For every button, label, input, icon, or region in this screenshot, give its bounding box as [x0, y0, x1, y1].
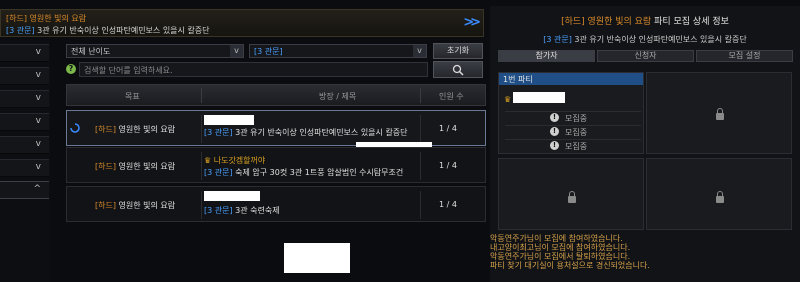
- redacted-leader-name: [204, 191, 260, 201]
- gate-select-value: [3 관문]: [254, 47, 283, 56]
- member-status: 모집중: [565, 128, 588, 137]
- alert-icon: !: [550, 141, 559, 150]
- crown-icon: ♛: [204, 156, 212, 165]
- crown-icon: ♛: [504, 95, 512, 104]
- party-header: 1번 파티: [499, 73, 643, 85]
- log-line: 파티 찾기 대기실이 용처설으로 경신되었습니다.: [490, 261, 650, 270]
- member-slot[interactable]: ! 모집중: [505, 139, 641, 152]
- search-placeholder: 검색할 단어를 입력하세요.: [84, 66, 173, 75]
- party-detail-panel: [하드] 영원한 빛의 요람 파티 모집 상세 정보 [3 관문] 3관 유기 …: [490, 6, 800, 282]
- chevron-down-icon: v: [413, 45, 426, 57]
- chevron-down-icon: v: [35, 70, 41, 80]
- redacted-block: [284, 243, 350, 273]
- log-line: 악동연주가님이 모집에서 탈퇴하였습니다.: [490, 252, 631, 261]
- row-divider: [420, 152, 421, 180]
- panel-title: [하드] 영원한 빛의 요람 파티 모집 상세 정보: [561, 17, 729, 27]
- double-chevron-right-icon[interactable]: >>: [463, 15, 481, 30]
- search-button[interactable]: [433, 61, 483, 78]
- party-row[interactable]: [하드] 영원한 빛의 요람 [3 관문] 3관 유기 반숙이상 인성파탄예민보…: [66, 110, 486, 146]
- column-title: 방장 / 제목: [319, 92, 357, 101]
- row-target: [하드] 영원한 빛의 요람: [95, 162, 176, 171]
- sidebar-item[interactable]: v: [0, 67, 49, 85]
- chevron-down-icon: v: [35, 116, 41, 126]
- column-divider: [201, 88, 202, 103]
- row-count: 1 / 4: [439, 200, 457, 209]
- log-line: 내고양이최고님이 모집에 참여하였습니다.: [490, 243, 631, 252]
- tab-participants[interactable]: 참가자: [498, 50, 595, 62]
- member-status: 모집중: [565, 114, 588, 123]
- panel-subtitle: [3 관문] 3관 유기 반숙이상 인성파탄예민보스 있을시 칼증단: [543, 35, 747, 44]
- chevron-down-icon: v: [35, 162, 41, 172]
- row-divider: [201, 191, 202, 219]
- row-title: [3 관문] 3관 숙련숙제: [204, 206, 280, 215]
- member-status: 모집중: [565, 142, 588, 151]
- row-divider: [420, 191, 421, 219]
- sidebar-item[interactable]: v: [0, 90, 49, 108]
- sidebar-item[interactable]: v: [0, 44, 49, 62]
- party-slot-locked: [646, 72, 792, 154]
- alert-icon: !: [550, 113, 559, 122]
- banner-difficulty: [하드]: [6, 14, 27, 23]
- tab-recruit-settings[interactable]: 모집 설정: [696, 50, 793, 62]
- search-icon: [452, 64, 464, 76]
- row-title: [3 관문] 3관 유기 반숙이상 인성파탄예민보스 있을시 칼증단: [204, 128, 408, 137]
- top-recruit-banner[interactable]: [하드] 영원한 빛의 요람 [3 관문] 3관 유기 반숙이상 인성파탄예민보…: [0, 9, 484, 37]
- party-slot-locked: [498, 158, 644, 230]
- lock-icon: [716, 191, 724, 203]
- party-row[interactable]: [하드] 영원한 빛의 요람 [3 관문] 3관 숙련숙제 1 / 4: [66, 186, 486, 222]
- alert-icon: !: [550, 127, 559, 136]
- help-icon[interactable]: ?: [66, 64, 76, 74]
- row-divider: [420, 115, 421, 143]
- search-input[interactable]: 검색할 단어를 입력하세요.: [79, 62, 428, 77]
- lock-icon: [716, 108, 724, 120]
- chevron-down-icon: v: [35, 93, 41, 103]
- redacted-leader-name: [204, 115, 254, 125]
- tab-applicants[interactable]: 신청자: [597, 50, 694, 62]
- member-slot[interactable]: ! 모집중: [505, 125, 641, 138]
- reset-button[interactable]: 초기화: [433, 43, 483, 59]
- banner-subtitle: [3 관문] 3관 유기 반숙이상 인성파탄예민보스 있을시 칼증단: [6, 25, 210, 36]
- log-line: 악동연주가님이 모집에 참여하였습니다.: [490, 234, 623, 243]
- row-divider: [201, 152, 202, 180]
- column-target: 목표: [125, 92, 140, 101]
- row-leader: ♛ 나도갓겜할꺼야: [204, 156, 266, 165]
- list-header: 목표 방장 / 제목 인원 수: [66, 84, 486, 106]
- chevron-up-icon: ^: [33, 184, 41, 194]
- difficulty-select[interactable]: 전체 난이도 v: [66, 44, 244, 58]
- banner-dungeon: 영원한 빛의 요람: [29, 14, 87, 23]
- loading-spinner-icon: [70, 123, 80, 133]
- row-target: [하드] 영원한 빛의 요람: [95, 201, 176, 210]
- lock-icon: [568, 191, 576, 203]
- column-divider: [420, 88, 421, 103]
- member-slot[interactable]: ! 모집중: [505, 111, 641, 124]
- sidebar-item[interactable]: v: [0, 136, 49, 154]
- category-sidebar: v v v v v v ^: [0, 40, 50, 282]
- difficulty-select-value: 전체 난이도: [71, 47, 111, 56]
- chevron-down-icon: v: [35, 139, 41, 149]
- sidebar-item[interactable]: v: [0, 159, 49, 177]
- row-count: 1 / 4: [439, 161, 457, 170]
- banner-description: 3관 유기 반숙이상 인성파탄예민보스 있을시 칼증단: [37, 26, 210, 35]
- redacted-leader-name: [513, 92, 565, 103]
- row-target: [하드] 영원한 빛의 요람: [95, 125, 176, 134]
- sidebar-item-expanded[interactable]: ^: [0, 181, 49, 199]
- banner-tag: [3 관문]: [6, 26, 35, 35]
- column-count: 인원 수: [439, 92, 464, 101]
- row-divider: [201, 115, 202, 143]
- banner-title: [하드] 영원한 빛의 요람: [6, 13, 86, 24]
- chevron-down-icon: v: [35, 47, 41, 57]
- party-row[interactable]: [하드] 영원한 빛의 요람 ♛ 나도갓겜할꺼야 [3 관문] 숙제 암구 30…: [66, 147, 486, 183]
- party-slot: 1번 파티 ♛ ! 모집중 ! 모집중 ! 모집중: [498, 72, 644, 154]
- sidebar-item[interactable]: v: [0, 113, 49, 131]
- activity-log: 악동연주가님이 모집에 참여하였습니다. 내고양이최고님이 모집에 참여하였습니…: [490, 234, 800, 270]
- row-title: [3 관문] 숙제 암구 30컷 3관 1트풍 암살범인 수시탐무조건: [204, 168, 404, 177]
- gate-select[interactable]: [3 관문] v: [249, 44, 427, 58]
- chevron-down-icon: v: [230, 45, 243, 57]
- party-slot-locked: [646, 158, 792, 230]
- row-count: 1 / 4: [439, 124, 457, 133]
- party-label: 1번 파티: [503, 75, 533, 84]
